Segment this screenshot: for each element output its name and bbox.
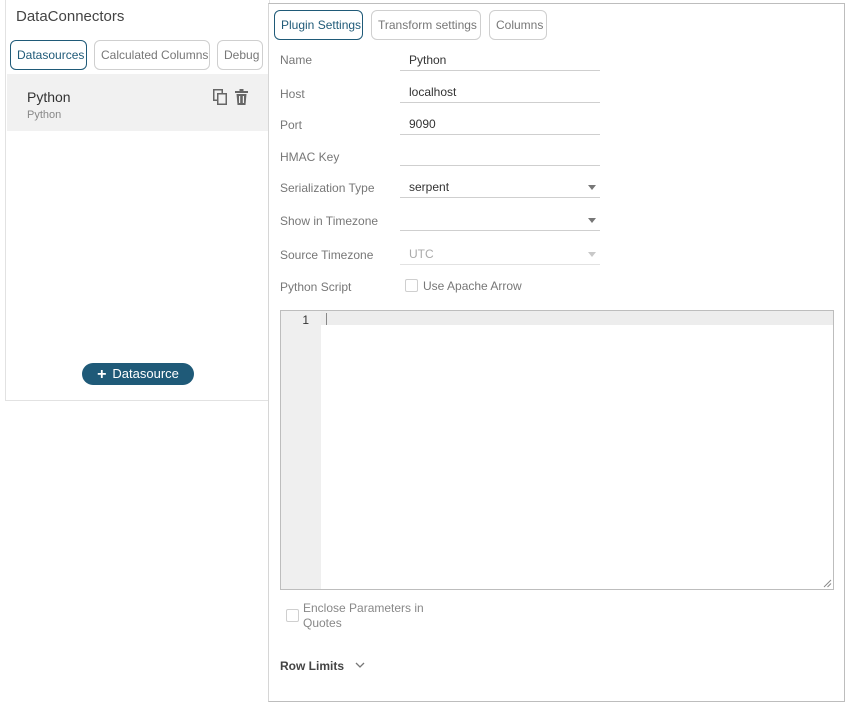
caret-down-icon xyxy=(588,218,596,223)
source-timezone-value: UTC xyxy=(409,247,434,261)
serialization-type-value: serpent xyxy=(409,180,450,194)
row-limits-toggle[interactable]: Row Limits xyxy=(280,659,344,673)
hmac-key-input[interactable] xyxy=(400,146,600,166)
add-datasource-button[interactable]: + Datasource xyxy=(82,363,194,385)
source-timezone-select: UTC xyxy=(400,245,600,265)
panel-title: DataConnectors xyxy=(16,8,125,25)
datasource-item-python[interactable]: Python Python xyxy=(7,74,269,131)
editor-gutter: 1 xyxy=(281,311,321,589)
show-in-timezone-select[interactable] xyxy=(400,211,600,231)
chevron-down-icon[interactable] xyxy=(355,661,365,669)
use-apache-arrow-checkbox[interactable] xyxy=(405,279,418,292)
enclose-parameters-label[interactable]: Enclose Parameters in Quotes xyxy=(303,601,433,631)
host-label: Host xyxy=(280,87,305,101)
caret-down-icon xyxy=(588,252,596,257)
caret-down-icon xyxy=(588,185,596,190)
active-line-highlight xyxy=(321,311,833,325)
tab-datasources[interactable]: Datasources xyxy=(10,40,87,70)
hmac-key-label: HMAC Key xyxy=(280,150,340,164)
tab-plugin-settings[interactable]: Plugin Settings xyxy=(274,10,363,40)
tab-transform-settings[interactable]: Transform settings xyxy=(371,10,481,40)
tab-calculated-columns[interactable]: Calculated Columns xyxy=(94,40,210,70)
source-timezone-label: Source Timezone xyxy=(280,248,374,262)
name-input[interactable]: Python xyxy=(400,51,600,71)
port-label: Port xyxy=(280,118,303,132)
use-apache-arrow-label[interactable]: Use Apache Arrow xyxy=(423,279,522,293)
python-script-editor[interactable]: 1 xyxy=(280,310,834,590)
text-cursor xyxy=(326,313,327,325)
datasource-name: Python xyxy=(27,89,71,105)
serialization-type-select[interactable]: serpent xyxy=(400,178,600,198)
tab-debug[interactable]: Debug xyxy=(217,40,263,70)
python-script-label: Python Script xyxy=(280,280,352,294)
port-input[interactable]: 9090 xyxy=(400,115,600,135)
line-number: 1 xyxy=(302,313,309,327)
plus-icon: + xyxy=(97,366,107,383)
enclose-parameters-checkbox[interactable] xyxy=(286,609,299,622)
datasource-type: Python xyxy=(27,109,62,121)
trash-icon[interactable] xyxy=(235,89,248,105)
tab-columns[interactable]: Columns xyxy=(489,10,547,40)
name-label: Name xyxy=(280,53,313,67)
show-in-timezone-label: Show in Timezone xyxy=(280,214,379,228)
copy-icon[interactable] xyxy=(213,89,227,105)
plugin-settings-panel: Plugin Settings Transform settings Colum… xyxy=(268,3,845,702)
add-datasource-label: Datasource xyxy=(112,366,179,381)
datasources-panel: DataConnectors Datasources Calculated Co… xyxy=(5,0,270,401)
serialization-type-label: Serialization Type xyxy=(280,181,375,195)
host-input[interactable]: localhost xyxy=(400,83,600,103)
resize-handle-icon[interactable] xyxy=(823,579,832,588)
